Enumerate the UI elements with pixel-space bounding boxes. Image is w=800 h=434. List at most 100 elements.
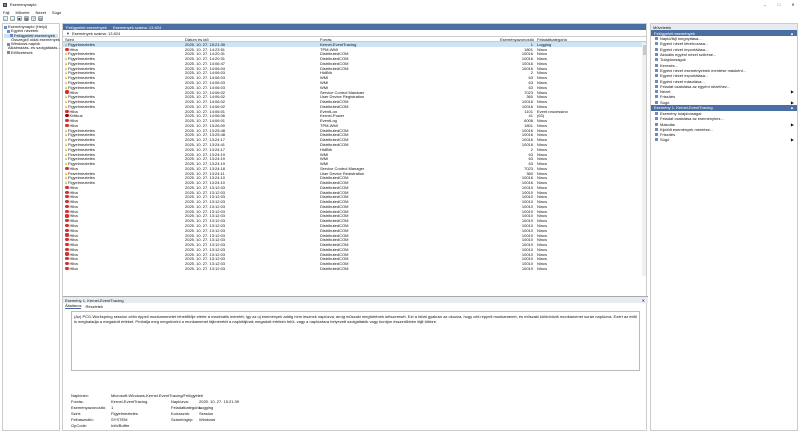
cell-source: DistributedCOM: [320, 265, 349, 271]
maximize-button[interactable]: □: [772, 0, 786, 9]
tab-general[interactable]: Általános: [65, 303, 82, 309]
collapse-icon: ▲: [790, 105, 794, 111]
properties-icon[interactable]: ▦: [24, 16, 29, 21]
menu-action[interactable]: Művelet: [15, 10, 29, 15]
submenu-arrow-icon: ▶: [790, 99, 794, 105]
computer-icon: [4, 25, 7, 29]
action-content: Frissítés: [655, 132, 675, 137]
error-icon: [65, 252, 69, 256]
error-icon: [65, 90, 69, 94]
error-icon: [65, 195, 69, 199]
tab-details[interactable]: Részletek: [85, 304, 103, 309]
action-icon: [655, 42, 658, 46]
window-title: Eseménynapló: [10, 2, 37, 7]
property-row: OpCode: Infó/Buffer: [71, 422, 471, 428]
warning-icon: [65, 100, 67, 104]
close-detail-icon[interactable]: ✕: [642, 298, 645, 303]
col-source[interactable]: Forrás: [320, 37, 500, 42]
back-icon[interactable]: ←: [3, 16, 8, 21]
action-content: Egyéni nézet importálása...: [655, 47, 708, 52]
menu-help[interactable]: Súgó: [52, 10, 61, 15]
property-value: 2025. 10. 27. 15:21:39: [199, 398, 240, 404]
event-viewer-icon: [3, 2, 7, 7]
detail-title: Esemény 1, Kernel-EventTracing: [65, 297, 124, 303]
action-icon: [655, 117, 658, 121]
minimize-button[interactable]: –: [758, 0, 772, 9]
action-content: Nézet: [655, 89, 670, 94]
actions-list-view: Napló/fájl megnyitása... Egyéni nézet lét…: [651, 36, 797, 105]
error-icon: [65, 238, 69, 242]
warning-icon: [65, 76, 67, 80]
title-bar: Eseménynapló – □ ✕: [0, 0, 800, 9]
property-value: Logging: [199, 404, 214, 410]
action-icon: [655, 112, 658, 115]
filter-text: Események száma: 13 824: [71, 30, 121, 36]
actions-panel: Műveletek Felügyeleti események ▲ Napló/f…: [650, 23, 798, 431]
col-task[interactable]: Feladatkategória: [535, 37, 645, 42]
property-label: Szint:: [71, 410, 82, 416]
action-icon: [655, 53, 658, 57]
warning-icon: [65, 176, 67, 180]
scroll-thumb[interactable]: [642, 45, 646, 55]
window-controls: – □ ✕: [758, 0, 800, 9]
panel-icon[interactable]: ▤: [38, 16, 43, 21]
filter-icon: ▼: [66, 30, 70, 36]
property-value: SYSTEM: [111, 416, 128, 422]
property-label: OpCode:: [71, 422, 88, 428]
action-icon: [655, 90, 658, 94]
cell-date: 2025. 10. 27. 13:12:03: [185, 265, 226, 271]
warning-icon: [65, 104, 67, 108]
panel-count: Események száma: 13 824: [112, 24, 162, 30]
error-icon: [65, 214, 69, 218]
action-content: Aktuális egyéni nézet szűrése...: [655, 52, 716, 57]
action-item[interactable]: Súgó ▶: [651, 137, 797, 142]
error-icon: [65, 166, 69, 170]
property-value: Windows: [199, 416, 216, 422]
error-icon: [65, 204, 69, 209]
forward-icon[interactable]: →: [10, 16, 15, 21]
action-icon: [655, 122, 658, 126]
property-label: Naplónév:: [71, 392, 90, 398]
menu-view[interactable]: Nézet: [35, 10, 45, 15]
folder-icon[interactable]: ■: [17, 16, 22, 21]
warning-icon: [65, 61, 67, 65]
property-label: Kulcsszók:: [171, 410, 191, 416]
vertical-scrollbar[interactable]: [642, 43, 646, 276]
action-content: Feladat csatolása az eseményhez...: [655, 116, 724, 121]
warning-icon: [65, 85, 67, 89]
event-properties: Naplónév: Microsoft-Windows-Kernel-EventT…: [71, 392, 471, 428]
event-grid: Figyelmeztetés 2025. 10. 27. 15:21:39 Kern…: [63, 42, 646, 275]
col-date[interactable]: Dátum és idő: [185, 37, 320, 42]
subscriptions-icon: [7, 51, 10, 55]
action-content: Frissítés: [655, 94, 675, 99]
action-content: Tulajdonságok: [655, 57, 686, 62]
error-icon: [65, 119, 69, 123]
menu-file[interactable]: Fájl: [3, 10, 9, 15]
warning-icon: [65, 147, 67, 151]
error-icon: [65, 228, 69, 232]
property-label: Felhasználó:: [71, 416, 94, 422]
help-icon[interactable]: ?: [31, 16, 36, 21]
warning-icon: [65, 133, 67, 137]
collapse-icon: ▲: [790, 30, 794, 36]
action-content: Keresés...: [655, 63, 678, 68]
action-content: Kijelölt események mentése...: [655, 127, 713, 132]
action-icon: [655, 79, 658, 83]
close-button[interactable]: ✕: [786, 0, 800, 9]
col-event-id[interactable]: Eseményazonosító: [500, 37, 535, 42]
col-level[interactable]: Szint: [63, 37, 185, 42]
tree-item-subscriptions[interactable]: Előfizetések: [4, 50, 58, 55]
action-icon: [655, 37, 658, 41]
property-value: Microsoft-Windows-Kernel-EventTracing/Fe…: [111, 392, 203, 398]
action-content: Napló/fájl megnyitása...: [655, 36, 702, 41]
action-icon: [655, 95, 658, 99]
error-icon: [65, 247, 69, 251]
table-row[interactable]: Hiba 2025. 10. 27. 13:12:03 DistributedCOM…: [63, 266, 646, 271]
error-icon: [65, 123, 69, 127]
property-label: Számítógép:: [171, 416, 194, 422]
error-icon: [65, 47, 69, 51]
action-content: Esemény tulajdonságai: [655, 111, 701, 116]
error-icon: [65, 185, 69, 189]
warning-icon: [65, 42, 67, 46]
error-icon: [65, 190, 69, 194]
